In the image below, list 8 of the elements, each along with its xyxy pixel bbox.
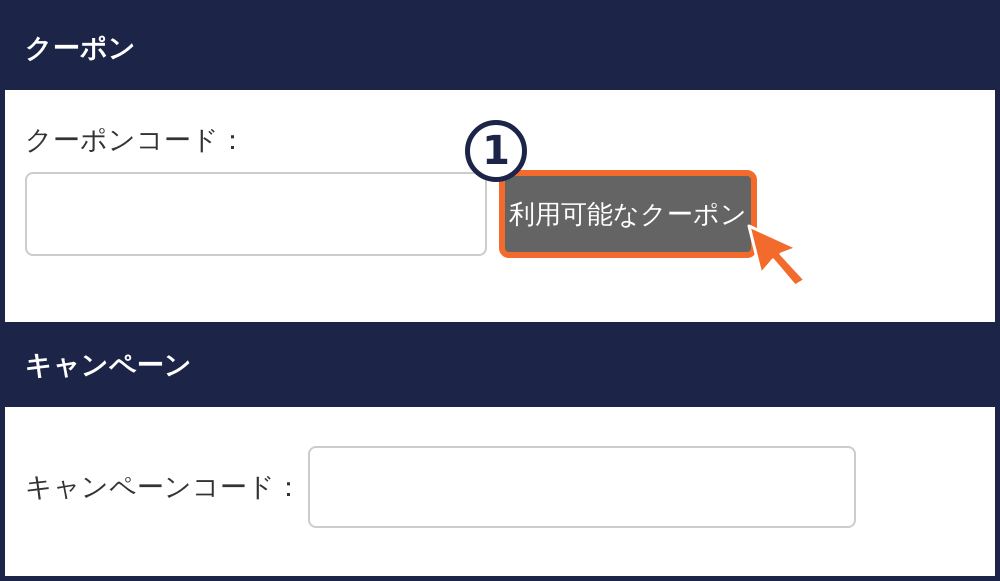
section-header: キャンペーン <box>5 322 995 407</box>
step-marker: 1 <box>465 120 527 182</box>
section-header: クーポン <box>5 5 995 90</box>
field-label: キャンペーンコード： <box>25 471 302 505</box>
field-label: クーポンコード： <box>25 124 246 158</box>
available-coupons-button[interactable]: 利用可能なクーポン <box>499 170 757 258</box>
coupon-code-field[interactable] <box>25 172 487 256</box>
campaign-code-field[interactable] <box>308 446 856 528</box>
